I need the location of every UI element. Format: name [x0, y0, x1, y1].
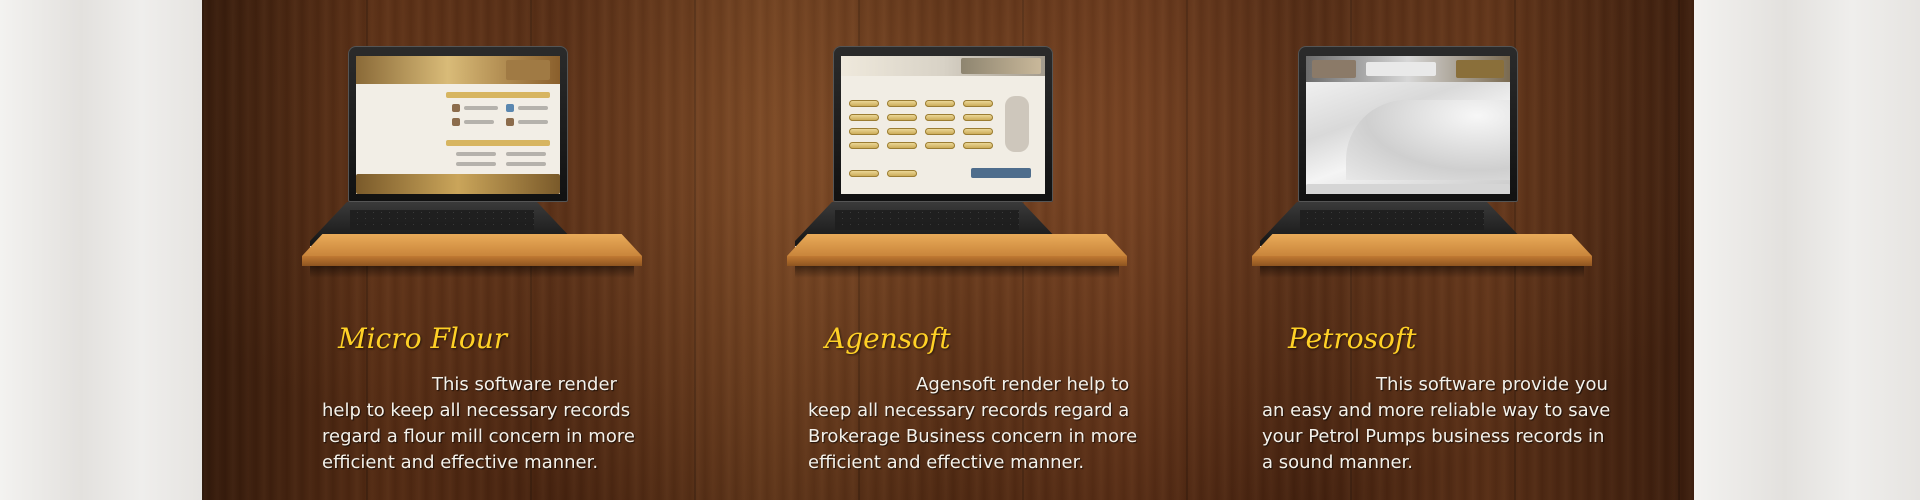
description-line: efficient and effective manner. [322, 452, 599, 473]
background-right [1694, 0, 1920, 500]
product-agensoft: Agensoft Agensoft render help to keep al… [787, 0, 1195, 500]
product-title[interactable]: Micro Flour [338, 322, 507, 355]
petrosoft-app-screen [1306, 56, 1510, 194]
laptop-lid [348, 46, 568, 202]
product-title[interactable]: Agensoft [825, 322, 951, 355]
shelf [1252, 234, 1592, 278]
laptop-icon[interactable] [1260, 46, 1524, 266]
description-line: an easy and more reliable way to save [1262, 400, 1611, 421]
laptop-keyboard [350, 210, 534, 230]
description-line: This software render [432, 374, 617, 395]
description-line: keep all necessary records regard a [808, 400, 1130, 421]
product-petrosoft: Petrosoft This software provide you an e… [1252, 0, 1660, 500]
micro-flour-app-screen [356, 56, 560, 194]
description-line: This software provide you [1376, 374, 1608, 395]
laptop-keyboard [1300, 210, 1484, 230]
laptop-icon[interactable] [310, 46, 574, 266]
description-line: Agensoft render help to [916, 374, 1130, 395]
laptop-lid [833, 46, 1053, 202]
laptop-lid [1298, 46, 1518, 202]
background-left [0, 0, 202, 500]
description-line: regard a flour mill concern in more [322, 426, 635, 447]
laptop-icon[interactable] [795, 46, 1059, 266]
shelf [787, 234, 1127, 278]
product-description: This software render help to keep all ne… [322, 372, 635, 476]
product-description: This software provide you an easy and mo… [1262, 372, 1610, 476]
description-line: efficient and effective manner. [808, 452, 1085, 473]
description-line: help to keep all necessary records [322, 400, 631, 421]
product-description: Agensoft render help to keep all necessa… [808, 372, 1137, 476]
description-line: a sound manner. [1262, 452, 1414, 473]
description-line: Brokerage Business concern in more [808, 426, 1138, 447]
product-micro-flour: Micro Flour This software render help to… [302, 0, 710, 500]
laptop-keyboard [835, 210, 1019, 230]
shelf [302, 234, 642, 278]
product-title[interactable]: Petrosoft [1288, 322, 1417, 355]
agensoft-app-screen [841, 56, 1045, 194]
description-line: your Petrol Pumps business records in [1262, 426, 1605, 447]
